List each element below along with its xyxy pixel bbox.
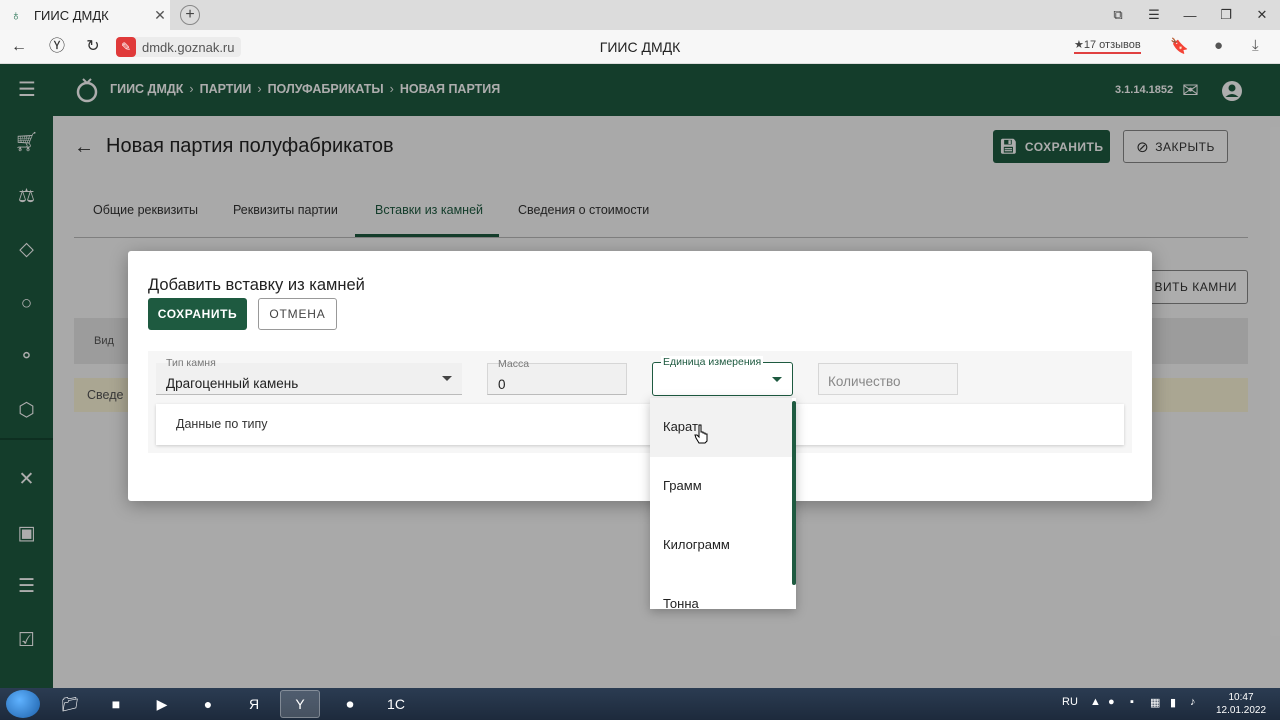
stone-type-value: Драгоценный камень — [166, 376, 299, 391]
close-tab-icon[interactable]: ✕ — [150, 7, 170, 24]
unit-option-kilogram[interactable]: Килограмм — [650, 516, 792, 575]
tabs-icon[interactable]: ⧉ — [1100, 0, 1136, 30]
screen-recorder-icon[interactable]: ⏺ — [330, 690, 370, 718]
unit-select[interactable]: Единица измерения — [652, 356, 793, 396]
yandex-browser-icon[interactable]: Y — [280, 690, 320, 718]
mass-value: 0 — [498, 377, 506, 392]
media-player-icon[interactable]: ▶ — [142, 690, 182, 718]
download-icon[interactable]: ⤓ — [1252, 37, 1259, 54]
tray-volume-icon[interactable]: ♪ — [1190, 696, 1196, 708]
new-tab-button[interactable]: + — [180, 5, 200, 25]
dropdown-scrollbar[interactable] — [792, 401, 796, 585]
unit-option-carat[interactable]: Карат — [650, 398, 792, 457]
1c-icon[interactable]: 1C — [376, 690, 416, 718]
reviews-link[interactable]: ★17 отзывов — [1074, 38, 1141, 54]
tray-app-icon[interactable]: ▪ — [1130, 696, 1134, 708]
unit-option-label: Грамм — [663, 478, 702, 493]
firefox-icon[interactable]: ● — [188, 690, 228, 718]
type-data-panel[interactable]: Данные по типу — [156, 404, 1124, 445]
type-data-label: Данные по типу — [176, 417, 268, 431]
tray-network-icon[interactable]: ▦ — [1150, 696, 1160, 709]
mass-label: Масса — [498, 358, 530, 370]
quantity-input[interactable]: Количество — [818, 363, 958, 395]
unit-option-label: Тонна — [663, 596, 699, 609]
batman-app-icon[interactable]: ■ — [96, 690, 136, 718]
yandex-app-icon[interactable]: Я — [234, 690, 274, 718]
extension-icon[interactable]: ● — [1214, 37, 1223, 54]
browser-tab-bar: ♁ ГИИС ДМДК ✕ + ⧉ ☰ — ❐ ✕ — [0, 0, 1280, 30]
restore-icon[interactable]: ❐ — [1208, 0, 1244, 30]
unit-label: Единица измерения — [661, 356, 764, 368]
minimize-icon[interactable]: — — [1172, 0, 1208, 30]
unit-option-ton[interactable]: Тонна — [650, 575, 792, 609]
dialog-form: Тип камня Драгоценный камень Масса 0 Еди… — [148, 351, 1132, 453]
clock-date: 12.01.2022 — [1215, 705, 1267, 716]
browser-tab-title: ГИИС ДМДК — [34, 7, 109, 23]
system-clock[interactable]: 10:47 12.01.2022 — [1210, 691, 1272, 717]
windows-taskbar: 📁︎ ■ ▶ ● Я Y ⏺ 1C RU ▲ ● ▪ ▦ ▮ ♪ 10:47 1… — [0, 688, 1280, 720]
dialog-title: Добавить вставку из камней — [148, 276, 365, 294]
hand-cursor-icon — [694, 424, 708, 444]
browser-tab[interactable]: ♁ ГИИС ДМДК ✕ — [0, 0, 170, 30]
mass-input[interactable]: Масса 0 — [487, 358, 627, 395]
unit-option-label: Карат — [663, 419, 698, 434]
window-controls: ⧉ ☰ — ❐ ✕ — [1100, 0, 1280, 30]
explorer-icon[interactable]: 📁︎ — [50, 690, 90, 718]
stone-type-label: Тип камня — [166, 357, 216, 369]
dialog-save-button[interactable]: СОХРАНИТЬ — [148, 298, 247, 330]
start-button[interactable] — [6, 690, 40, 718]
caret-down-icon — [442, 376, 452, 381]
tray-recorder-icon[interactable]: ● — [1108, 696, 1115, 708]
dialog-cancel-button[interactable]: ОТМЕНА — [258, 298, 337, 330]
tray-power-icon[interactable]: ▮ — [1170, 696, 1176, 709]
site-favicon-icon: ♁ — [10, 7, 22, 23]
unit-option-gram[interactable]: Грамм — [650, 457, 792, 516]
close-window-icon[interactable]: ✕ — [1244, 0, 1280, 30]
language-indicator[interactable]: RU — [1062, 696, 1078, 708]
unit-dropdown: Карат Грамм Килограмм Тонна — [650, 398, 796, 609]
caret-down-icon — [772, 377, 782, 382]
clock-time: 10:47 — [1228, 692, 1254, 703]
add-stone-dialog: Добавить вставку из камней СОХРАНИТЬ ОТМ… — [128, 251, 1152, 501]
quantity-placeholder: Количество — [828, 374, 901, 389]
bookmark-icon[interactable]: 🔖 — [1170, 37, 1189, 55]
address-bar: ← Ⓨ ↻ ✎ dmdk.goznak.ru ГИИС ДМДК ★17 отз… — [0, 30, 1280, 64]
menu-icon[interactable]: ☰ — [1136, 0, 1172, 30]
tray-arrow-icon[interactable]: ▲ — [1090, 696, 1101, 708]
stone-type-select[interactable]: Тип камня Драгоценный камень — [156, 357, 462, 395]
unit-option-label: Килограмм — [663, 537, 730, 552]
